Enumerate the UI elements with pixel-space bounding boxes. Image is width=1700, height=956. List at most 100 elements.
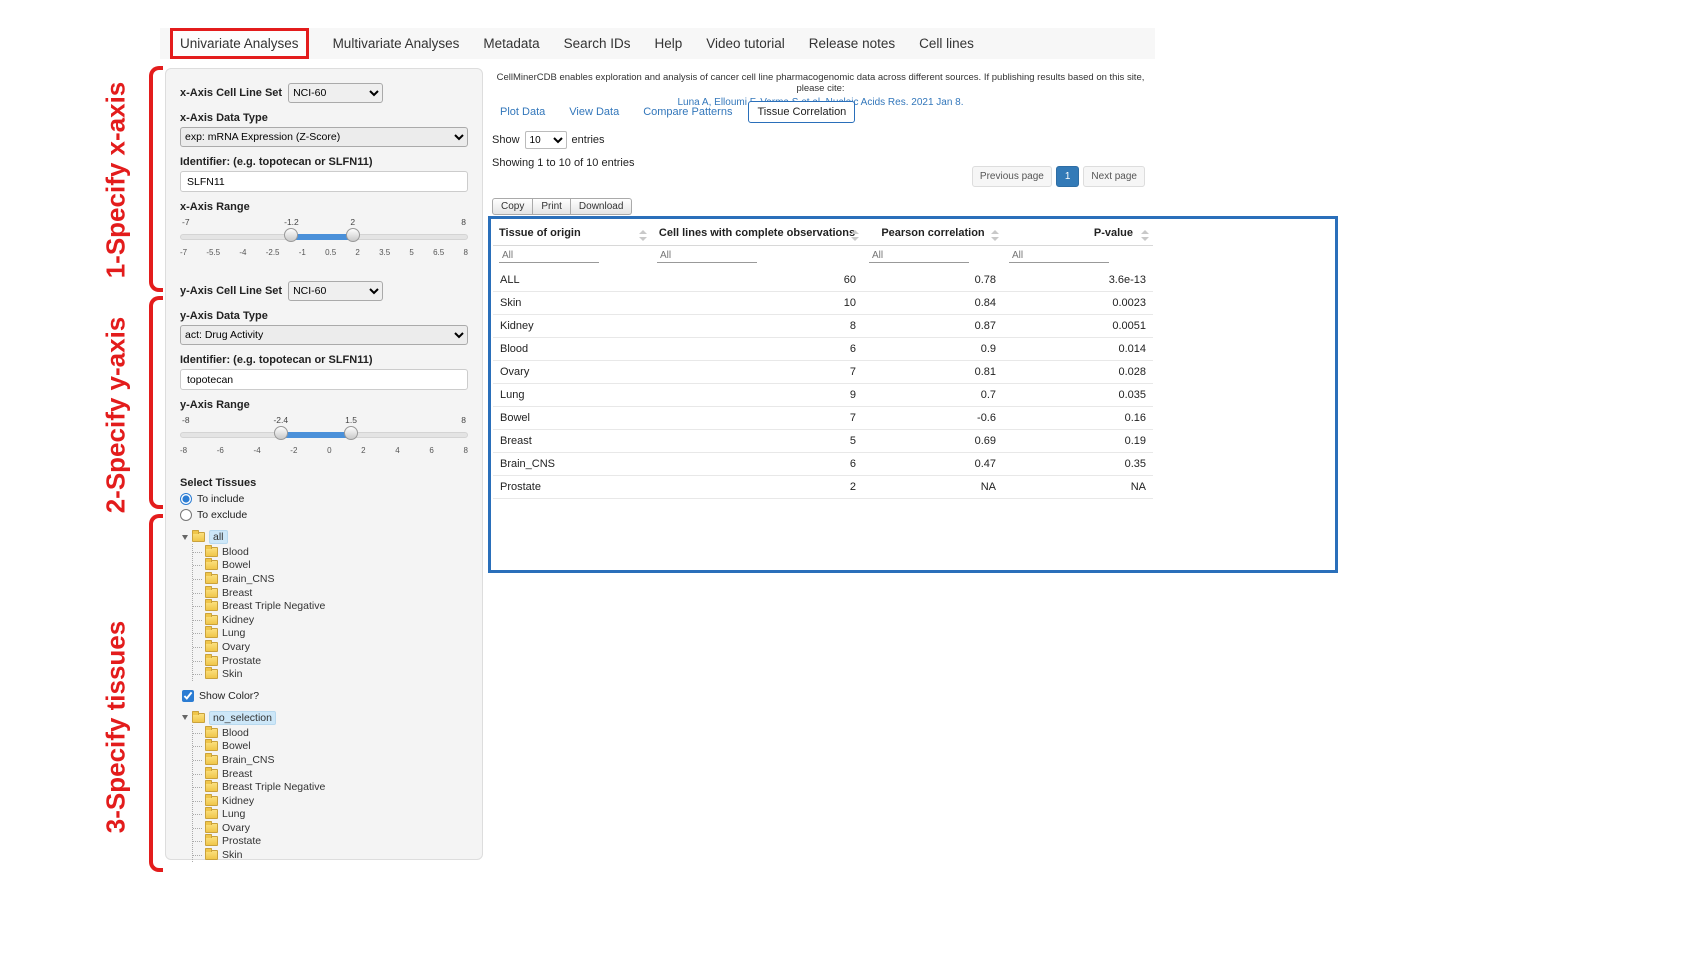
y-axis-data-type-select[interactable]: act: Drug Activity [180, 325, 468, 345]
to-exclude-radio[interactable] [180, 509, 192, 521]
x-tick: -4 [239, 248, 246, 257]
sort-icon[interactable] [1141, 230, 1149, 241]
y-axis-range-label: y-Axis Range [180, 399, 468, 411]
tree-item-breast[interactable]: Breast [193, 586, 468, 600]
x-tick: 3.5 [379, 248, 390, 257]
sort-icon[interactable] [639, 230, 647, 241]
tree-expand-icon[interactable] [182, 535, 188, 540]
tab-plot-data[interactable]: Plot Data [492, 102, 553, 122]
folder-icon [205, 823, 218, 833]
cell-lines-filter-input[interactable] [657, 249, 757, 263]
tree-item-brain-cns[interactable]: Brain_CNS [193, 572, 468, 586]
column-header-pearson[interactable]: Pearson correlation [863, 221, 1003, 246]
next-page-button[interactable]: Next page [1083, 166, 1145, 187]
x-tick: 5 [409, 248, 413, 257]
nav-tab-univariate-analyses[interactable]: Univariate Analyses [170, 28, 309, 59]
table-row: Blood 6 0.9 0.014 [493, 338, 1153, 361]
tree-item-skin[interactable]: Skin [193, 667, 468, 681]
annotation-step1: 1-Specify x-axis [101, 82, 132, 279]
tissue-correlation-table-container: Tissue of origin Cell lines with complet… [488, 216, 1338, 573]
tree-item-skin[interactable]: Skin [193, 848, 468, 862]
y-slider-handle-high[interactable] [344, 426, 358, 440]
y-axis-identifier-input[interactable] [180, 369, 468, 390]
print-button[interactable]: Print [533, 198, 571, 215]
export-buttons: Copy Print Download [492, 198, 632, 215]
sort-icon[interactable] [851, 230, 859, 241]
folder-icon [205, 588, 218, 598]
tree-item-bowel[interactable]: Bowel [193, 559, 468, 573]
pvalue-filter-input[interactable] [1009, 249, 1109, 263]
folder-icon [192, 713, 205, 723]
page-number-button[interactable]: 1 [1056, 166, 1080, 187]
column-header-cell-lines[interactable]: Cell lines with complete observations [651, 221, 863, 246]
folder-icon [205, 728, 218, 738]
y-tick: -4 [254, 446, 261, 455]
tree-item-prostate[interactable]: Prostate [193, 654, 468, 668]
table-row: Brain_CNS 6 0.47 0.35 [493, 453, 1153, 476]
nav-tab-help[interactable]: Help [654, 36, 682, 51]
select-tissues-label: Select Tissues [180, 477, 468, 489]
column-header-pvalue[interactable]: P-value [1003, 221, 1153, 246]
tree-item-ovary[interactable]: Ovary [193, 821, 468, 835]
tree-item-blood[interactable]: Blood [193, 545, 468, 559]
folder-icon [205, 547, 218, 557]
tree-item-ovary[interactable]: Ovary [193, 640, 468, 654]
pearson-filter-input[interactable] [869, 249, 969, 263]
x-slider-max-label: 8 [461, 217, 466, 227]
nav-tab-release-notes[interactable]: Release notes [809, 36, 895, 51]
tissue-filter-input[interactable] [499, 249, 599, 263]
folder-icon [205, 642, 218, 652]
nav-tab-cell-lines[interactable]: Cell lines [919, 36, 974, 51]
tree-item-breast-triple-negative[interactable]: Breast Triple Negative [193, 599, 468, 613]
tree-item-lung[interactable]: Lung [193, 627, 468, 641]
tab-tissue-correlation[interactable]: Tissue Correlation [748, 101, 855, 123]
column-header-tissue[interactable]: Tissue of origin [493, 221, 651, 246]
tree-item-prostate[interactable]: Prostate [193, 835, 468, 849]
tab-view-data[interactable]: View Data [561, 102, 627, 122]
tree-item-blood[interactable]: Blood [193, 726, 468, 740]
tree-item-kidney[interactable]: Kidney [193, 794, 468, 808]
tree-item-breast-triple-negative[interactable]: Breast Triple Negative [193, 780, 468, 794]
y-slider-handle-low[interactable] [274, 426, 288, 440]
x-tick: -1 [299, 248, 306, 257]
pagination: Previous page 1 Next page [972, 166, 1145, 187]
tree-item-kidney[interactable]: Kidney [193, 613, 468, 627]
show-color-checkbox[interactable] [182, 690, 194, 702]
nav-tab-video-tutorial[interactable]: Video tutorial [706, 36, 785, 51]
control-sidebar: x-Axis Cell Line Set NCI-60 x-Axis Data … [165, 68, 483, 860]
folder-icon [205, 782, 218, 792]
x-axis-cell-line-set-label: x-Axis Cell Line Set [180, 87, 282, 99]
x-slider-handle-high[interactable] [346, 228, 360, 242]
tree-item-brain-cns[interactable]: Brain_CNS [193, 753, 468, 767]
copy-button[interactable]: Copy [492, 198, 533, 215]
x-tick: 8 [463, 248, 467, 257]
download-button[interactable]: Download [571, 198, 632, 215]
y-axis-cell-line-set-select[interactable]: NCI-60 [288, 281, 383, 301]
table-row: ALL 60 0.78 3.6e-13 [493, 269, 1153, 292]
nav-tab-multivariate-analyses[interactable]: Multivariate Analyses [333, 36, 460, 51]
tab-compare-patterns[interactable]: Compare Patterns [635, 102, 740, 122]
tree-item-breast[interactable]: Breast [193, 767, 468, 781]
y-slider-max-label: 8 [461, 415, 466, 425]
tree-root-all[interactable]: all [182, 530, 468, 544]
to-include-radio[interactable] [180, 493, 192, 505]
tree-expand-icon[interactable] [182, 715, 188, 720]
table-row: Lung 9 0.7 0.035 [493, 384, 1153, 407]
folder-icon [205, 560, 218, 570]
show-entries-control: Show 10 entries [492, 131, 605, 149]
x-axis-data-type-select[interactable]: exp: mRNA Expression (Z-Score) [180, 127, 468, 147]
sort-icon[interactable] [991, 230, 999, 241]
entries-per-page-select[interactable]: 10 [525, 131, 567, 149]
annotation-step3: 3-Specify tissues [101, 621, 132, 833]
folder-icon [205, 769, 218, 779]
nav-tab-metadata[interactable]: Metadata [483, 36, 539, 51]
tree-item-lung[interactable]: Lung [193, 808, 468, 822]
x-axis-identifier-input[interactable] [180, 171, 468, 192]
nav-tab-search-ids[interactable]: Search IDs [564, 36, 631, 51]
tree-item-bowel[interactable]: Bowel [193, 740, 468, 754]
tree-root-no-selection[interactable]: no_selection [182, 711, 468, 725]
folder-icon [205, 656, 218, 666]
previous-page-button[interactable]: Previous page [972, 166, 1052, 187]
x-slider-handle-low[interactable] [284, 228, 298, 242]
x-axis-cell-line-set-select[interactable]: NCI-60 [288, 83, 383, 103]
